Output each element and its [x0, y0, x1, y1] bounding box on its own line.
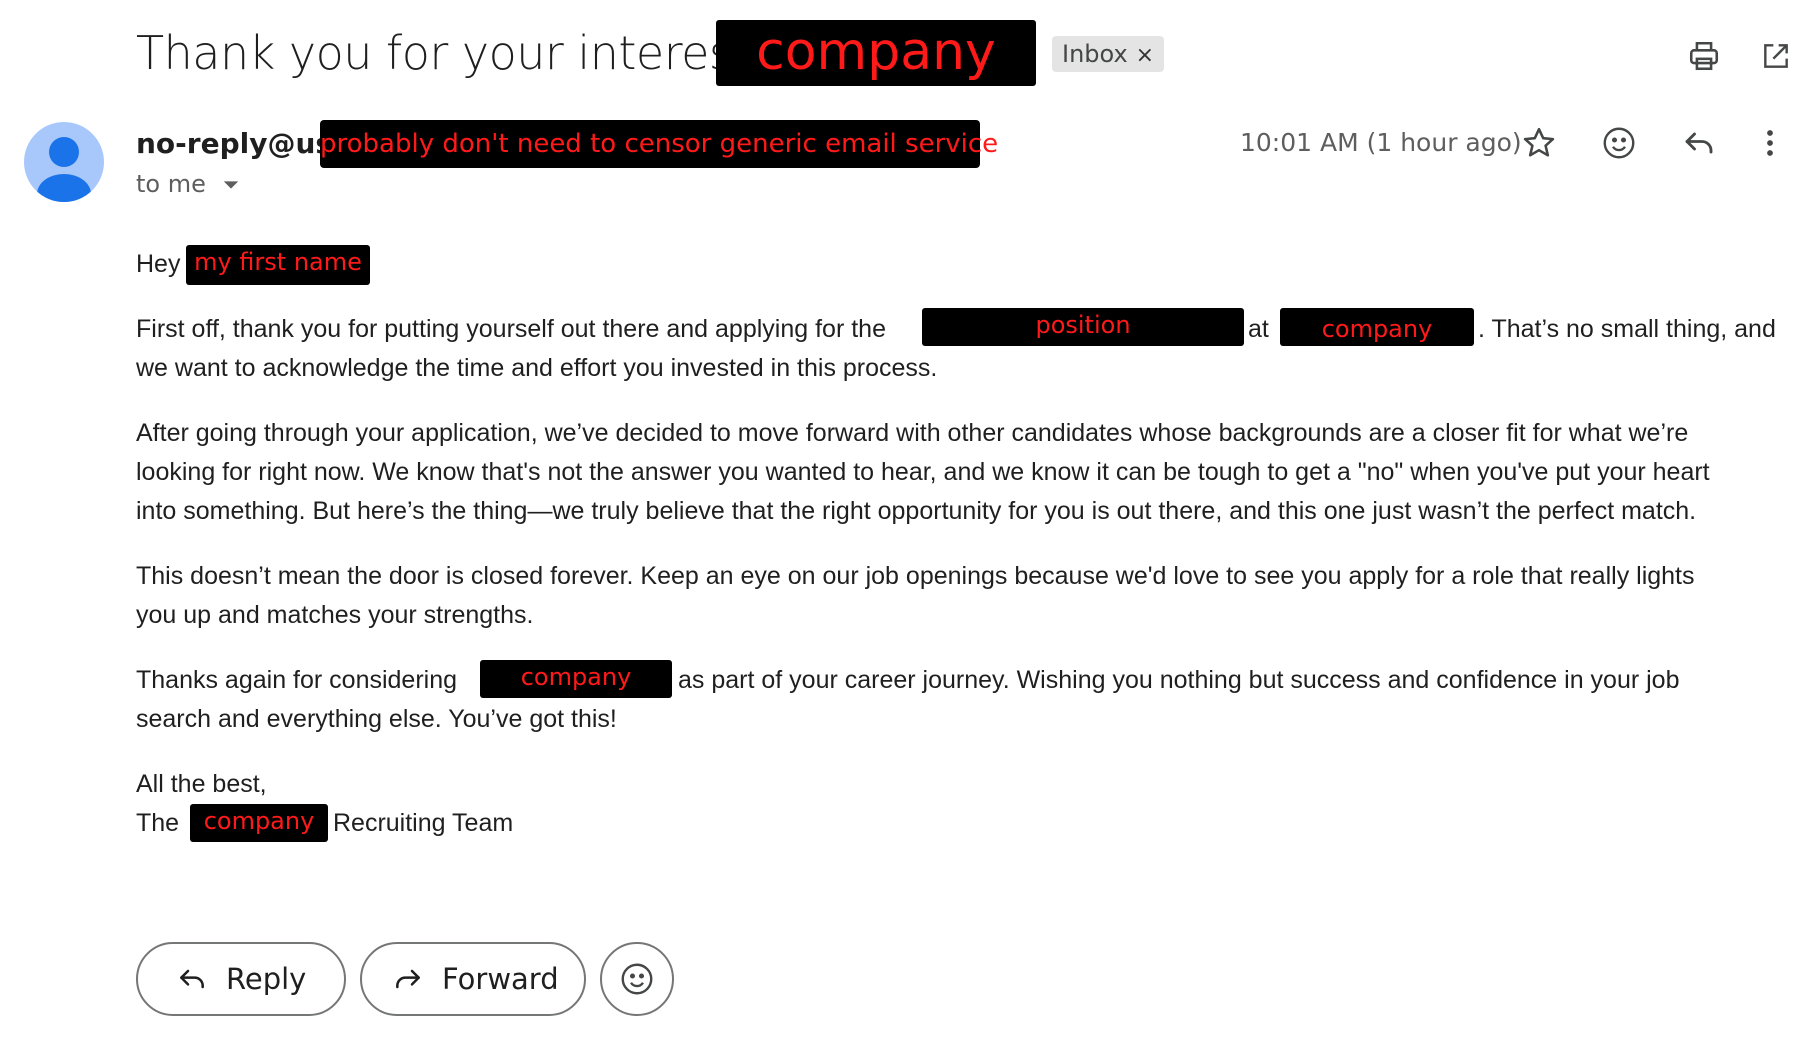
label-chip-inbox[interactable]: Inbox ×: [1052, 36, 1165, 72]
paragraph-2-line-1: After going through your application, we…: [136, 419, 1689, 447]
email-timestamp: 10:01 AM (1 hour ago): [1240, 128, 1522, 157]
open-in-new-window-button[interactable]: [1752, 32, 1800, 80]
print-icon: [1689, 41, 1719, 71]
paragraph-4-end: as part of your career journey. Wishing …: [678, 666, 1680, 694]
paragraph-1-line-2: we want to acknowledge the time and effo…: [136, 354, 938, 382]
greeting: Hey: [136, 250, 181, 278]
star-button[interactable]: [1514, 118, 1564, 168]
paragraph-1-at: at: [1248, 315, 1269, 343]
forward-icon: [396, 969, 420, 989]
avatar-icon: [37, 137, 91, 202]
reply-button-label: Reply: [226, 962, 307, 996]
paragraph-1-end: . That’s no small thing, and: [1478, 315, 1776, 343]
sender-redaction: probably don't need to censor generic em…: [320, 120, 998, 168]
reply-icon-button[interactable]: [1674, 118, 1724, 168]
paragraph-4-line-2: search and everything else. You’ve got t…: [136, 705, 617, 733]
chevron-down-icon: [223, 181, 238, 189]
paragraph-2-line-3: into something. But here’s the thing—we …: [136, 497, 1697, 525]
recipient-details-toggle[interactable]: to me: [136, 168, 240, 200]
sender-address: no-reply@us.: [136, 127, 343, 160]
emoji-reaction-button[interactable]: [600, 942, 674, 1016]
greeting-redaction: my first name: [186, 245, 370, 285]
reply-icon: [180, 969, 204, 989]
signature-the: The: [136, 809, 180, 837]
open-in-new-window-icon: [1764, 44, 1788, 68]
paragraph-3-line-1: This doesn’t mean the door is closed for…: [136, 562, 1695, 590]
emoji-icon: [621, 963, 653, 995]
signature-team: Recruiting Team: [333, 809, 514, 837]
add-reaction-button[interactable]: [1594, 118, 1644, 168]
remove-label-icon[interactable]: ×: [1136, 43, 1154, 68]
forward-button-label: Forward: [442, 962, 559, 996]
email-subject: Thank you for your interest in: [136, 26, 805, 80]
label-chip-text: Inbox: [1062, 40, 1128, 68]
paragraph-1-line-1: First off, thank you for putting yoursel…: [136, 315, 886, 343]
print-button[interactable]: [1680, 32, 1728, 80]
position-redaction: position: [922, 308, 1244, 346]
paragraph-4-line-1: Thanks again for considering: [136, 666, 458, 694]
paragraph-2-line-2: looking for right now. We know that's no…: [136, 458, 1710, 486]
avatar[interactable]: [24, 122, 104, 202]
subject-redaction: company: [716, 20, 1036, 86]
company-redaction-3: company: [190, 804, 328, 842]
forward-button[interactable]: Forward: [360, 942, 586, 1016]
reply-icon: [1685, 132, 1713, 154]
more-vert-icon: [1767, 130, 1773, 156]
more-options-button[interactable]: [1750, 118, 1790, 168]
reply-button[interactable]: Reply: [136, 942, 346, 1016]
company-redaction-1: company: [1280, 308, 1474, 346]
star-icon: [1523, 127, 1555, 157]
recipient-text: to me: [136, 170, 206, 198]
paragraph-3-line-2: you up and matches your strengths.: [136, 601, 534, 629]
signoff: All the best,: [136, 770, 267, 798]
emoji-icon: [1603, 127, 1635, 159]
company-redaction-2: company: [480, 660, 672, 698]
